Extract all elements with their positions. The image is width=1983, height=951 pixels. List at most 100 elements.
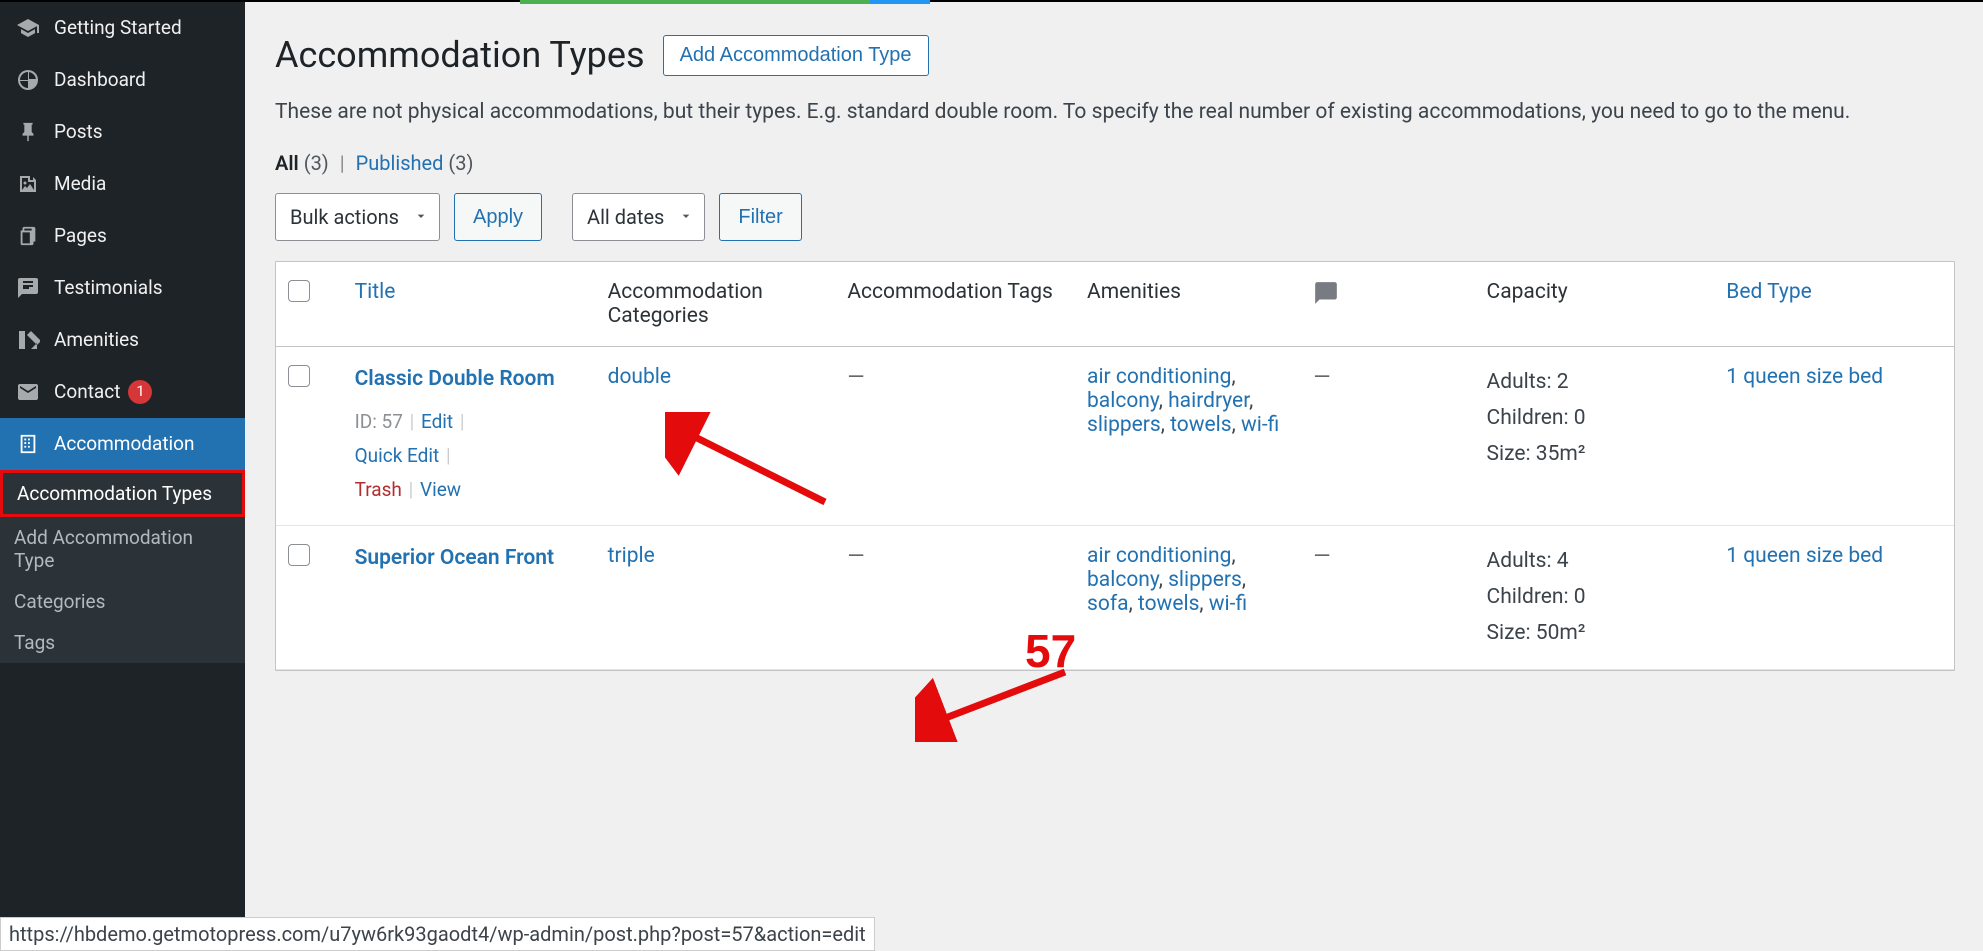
category-link[interactable]: double [608,365,671,389]
col-amenities: Amenities [1075,262,1301,347]
accommodation-types-table: Title Accommodation Categories Accommoda… [275,261,1955,671]
annotation-arrow-2 [915,662,1085,742]
status-filters: All (3) | Published (3) [275,151,1957,175]
sidebar-item-label: Media [54,172,106,197]
status-bar: https://hbdemo.getmotopress.com/u7yw6rk9… [0,917,875,951]
amenity-link[interactable]: sofa [1087,592,1129,616]
amenity-link[interactable]: wi-fi [1209,592,1247,616]
amenity-link[interactable]: balcony [1087,389,1159,413]
pin-icon [14,118,42,146]
capacity-size: Size: 35m² [1487,437,1703,473]
capacity-adults: Adults: 4 [1487,544,1703,580]
sidebar-item-media[interactable]: Media [0,158,245,210]
filter-all-count: (3) [304,151,329,175]
date-filter-select[interactable]: All dates [572,193,705,241]
page-title: Accommodation Types [275,34,645,76]
row-checkbox[interactable] [288,365,310,387]
submenu-categories[interactable]: Categories [0,581,245,622]
table-header-row: Title Accommodation Categories Accommoda… [276,262,1954,347]
sidebar-item-testimonials[interactable]: Testimonials [0,262,245,314]
capacity-size: Size: 50m² [1487,616,1703,652]
filter-button[interactable]: Filter [719,193,801,241]
col-tags: Accommodation Tags [835,262,1075,347]
submenu-add-accommodation-type[interactable]: Add Accommodation Type [0,517,245,581]
contact-badge: 1 [128,380,152,404]
submenu-tags[interactable]: Tags [0,622,245,663]
sidebar-item-label: Contact [54,380,120,405]
row-title-link[interactable]: Superior Ocean Front [355,544,584,573]
sidebar-item-dashboard[interactable]: Dashboard [0,54,245,106]
filter-separator: | [340,151,345,175]
amenity-link[interactable]: wi-fi [1241,413,1279,437]
accommodation-submenu: Accommodation Types Add Accommodation Ty… [0,470,245,663]
sidebar-item-posts[interactable]: Posts [0,106,245,158]
tags-empty: — [847,365,864,390]
swatch-icon [14,326,42,354]
capacity-cell: Adults: 4 Children: 0 Size: 50m² [1475,526,1715,670]
filter-published-count: (3) [448,151,473,175]
sidebar-item-label: Getting Started [54,16,182,41]
pages-icon [14,222,42,250]
select-all-checkbox[interactable] [288,280,310,302]
amenity-link[interactable]: slippers [1168,568,1242,592]
apply-button[interactable]: Apply [454,193,542,241]
comments-empty: — [1313,365,1330,390]
amenity-link[interactable]: balcony [1087,568,1159,592]
row-id: ID: 57 [355,410,403,433]
view-link[interactable]: View [420,478,461,501]
sidebar-item-pages[interactable]: Pages [0,210,245,262]
quick-edit-link[interactable]: Quick Edit [355,444,440,467]
tablenav-top: Bulk actions Apply All dates Filter [275,193,1957,241]
date-filter-label: All dates [587,205,664,229]
row-actions: ID: 57 | Edit | Quick Edit | Trash | Vie… [355,405,584,508]
sidebar-item-label: Pages [54,224,107,249]
sidebar-item-getting-started[interactable]: Getting Started [0,2,245,54]
media-icon [14,170,42,198]
tags-empty: — [847,544,864,569]
comments-empty: — [1313,544,1330,569]
admin-sidebar: Getting Started Dashboard Posts Media Pa [0,2,245,951]
capacity-children: Children: 0 [1487,401,1703,437]
mail-icon [14,378,42,406]
amenity-link[interactable]: air conditioning [1087,544,1231,568]
bulk-actions-select[interactable]: Bulk actions [275,193,440,241]
row-checkbox[interactable] [288,544,310,566]
chevron-down-icon [413,205,429,229]
chat-icon [14,274,42,302]
table-row: Classic Double Room ID: 57 | Edit | Quic… [276,347,1954,526]
col-bed-type[interactable]: Bed Type [1714,262,1954,347]
comments-icon [1313,288,1339,312]
filter-all[interactable]: All [275,151,299,175]
amenities-cell: air conditioning, balcony, slippers, sof… [1075,526,1301,670]
sidebar-item-label: Posts [54,120,103,145]
edit-link[interactable]: Edit [421,410,453,433]
col-title[interactable]: Title [343,262,596,347]
amenity-link[interactable]: air conditioning [1087,365,1231,389]
filter-published[interactable]: Published [356,151,444,175]
bed-type-link[interactable]: 1 queen size bed [1726,544,1883,568]
trash-link[interactable]: Trash [355,478,402,501]
col-categories: Accommodation Categories [596,262,836,347]
submenu-accommodation-types[interactable]: Accommodation Types [0,470,245,517]
main-content: Accommodation Types Add Accommodation Ty… [245,2,1983,951]
amenity-link[interactable]: towels [1138,592,1200,616]
amenities-cell: air conditioning, balcony, hairdryer, sl… [1075,347,1301,526]
amenity-link[interactable]: hairdryer [1168,389,1249,413]
capacity-adults: Adults: 2 [1487,365,1703,401]
col-capacity: Capacity [1475,262,1715,347]
chevron-down-icon [678,205,694,229]
capacity-children: Children: 0 [1487,580,1703,616]
category-link[interactable]: triple [608,544,655,568]
add-accommodation-type-button[interactable]: Add Accommodation Type [663,35,929,76]
sidebar-item-amenities[interactable]: Amenities [0,314,245,366]
amenity-link[interactable]: towels [1170,413,1232,437]
row-title-link[interactable]: Classic Double Room [355,365,584,394]
sidebar-item-label: Dashboard [54,68,146,93]
sidebar-item-contact[interactable]: Contact 1 [0,366,245,418]
col-comments[interactable] [1301,262,1474,347]
sidebar-item-accommodation[interactable]: Accommodation [0,418,245,470]
amenity-link[interactable]: slippers [1087,413,1161,437]
bed-type-link[interactable]: 1 queen size bed [1726,365,1883,389]
sidebar-item-label: Amenities [54,328,139,353]
bulk-actions-label: Bulk actions [290,205,399,229]
